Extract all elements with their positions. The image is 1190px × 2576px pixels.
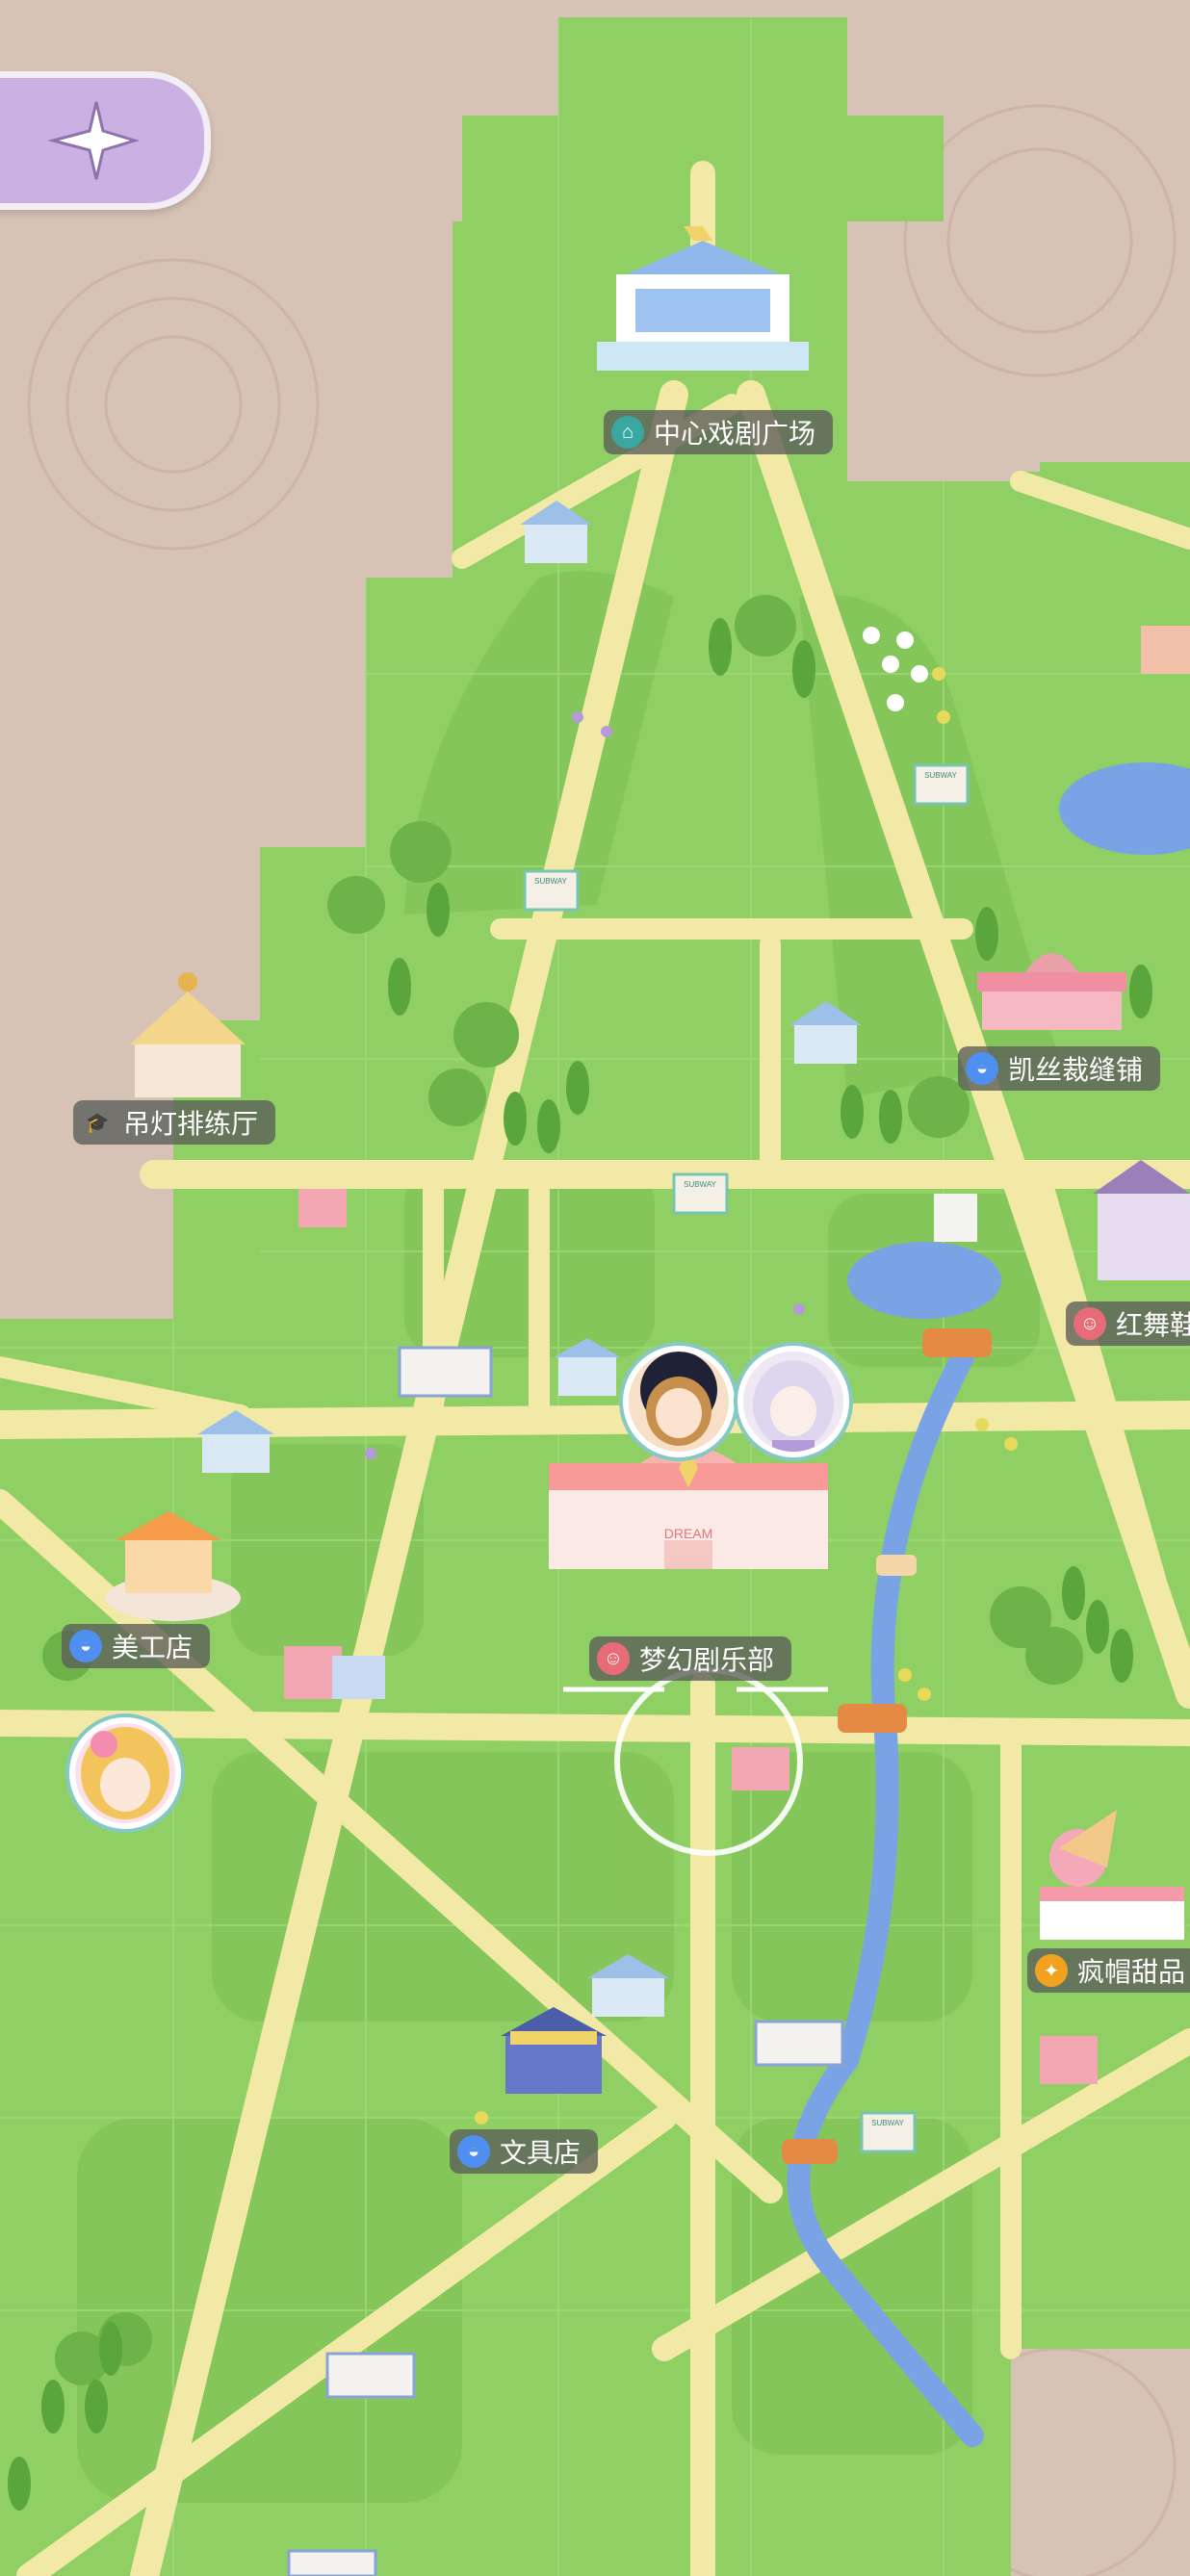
location-label-chandelier-hall[interactable]: 🎓 吊灯排练厅 bbox=[73, 1100, 276, 1145]
compass-star-icon bbox=[46, 101, 140, 180]
silver-haired-girl-avatar[interactable] bbox=[737, 1346, 849, 1457]
character-portrait bbox=[81, 1727, 169, 1819]
location-name: 吊灯排练厅 bbox=[123, 1109, 259, 1139]
back-button[interactable] bbox=[0, 71, 211, 210]
location-name: 红舞鞋 bbox=[1116, 1310, 1190, 1340]
drama-mask-icon: ☺ bbox=[1074, 1307, 1106, 1340]
subway-sign: SUBWAY bbox=[871, 2119, 904, 2127]
location-label-madhat-dessert[interactable]: ✦ 疯帽甜品 bbox=[1027, 1948, 1190, 1993]
dream-club-building[interactable] bbox=[549, 1446, 828, 1570]
location-name: 文具店 bbox=[500, 2138, 582, 2168]
shopping-bag-icon: ◒ bbox=[966, 1052, 998, 1085]
theater-building-icon: ⌂ bbox=[611, 416, 644, 449]
location-label-dream-club[interactable]: ☺ 梦幻剧乐部 bbox=[589, 1636, 792, 1681]
brown-haired-girl-avatar[interactable] bbox=[623, 1346, 735, 1457]
drama-mask-icon: ☺ bbox=[597, 1642, 630, 1675]
location-name: 美工店 bbox=[112, 1633, 194, 1662]
blonde-girl-avatar[interactable] bbox=[69, 1717, 181, 1829]
club-sign-text: DREAM bbox=[664, 1526, 713, 1541]
graduation-cap-icon: 🎓 bbox=[85, 1112, 110, 1134]
shopping-bag-icon: ◒ bbox=[69, 1630, 102, 1662]
city-map[interactable]: SUBWAY SUBWAY SUBWAY SUBWAY DREAM bbox=[0, 0, 1190, 2576]
location-label-red-dance[interactable]: ☺ 红舞鞋 bbox=[1066, 1301, 1190, 1346]
location-name: 中心戏剧广场 bbox=[654, 419, 816, 449]
location-label-kaisi-tailor[interactable]: ◒ 凯丝裁缝铺 bbox=[958, 1046, 1161, 1091]
shopping-bag-icon: ◒ bbox=[457, 2135, 490, 2168]
location-name: 梦幻剧乐部 bbox=[639, 1645, 775, 1675]
location-label-central-theater[interactable]: ⌂ 中心戏剧广场 bbox=[604, 410, 834, 454]
subway-sign: SUBWAY bbox=[924, 771, 957, 780]
chandelier-hall-building[interactable] bbox=[130, 972, 246, 1097]
subway-sign: SUBWAY bbox=[534, 877, 567, 886]
character-portrait bbox=[753, 1360, 834, 1452]
club-sign: DREAM bbox=[664, 1526, 713, 1541]
fork-knife-icon: ✦ bbox=[1035, 1954, 1068, 1987]
location-name: 凯丝裁缝铺 bbox=[1008, 1055, 1144, 1085]
location-name: 疯帽甜品 bbox=[1077, 1957, 1186, 1987]
location-label-art-shop[interactable]: ◒ 美工店 bbox=[62, 1624, 211, 1668]
location-label-stationery[interactable]: ◒ 文具店 bbox=[450, 2129, 599, 2174]
character-portrait bbox=[640, 1352, 717, 1446]
subway-sign: SUBWAY bbox=[684, 1180, 716, 1189]
